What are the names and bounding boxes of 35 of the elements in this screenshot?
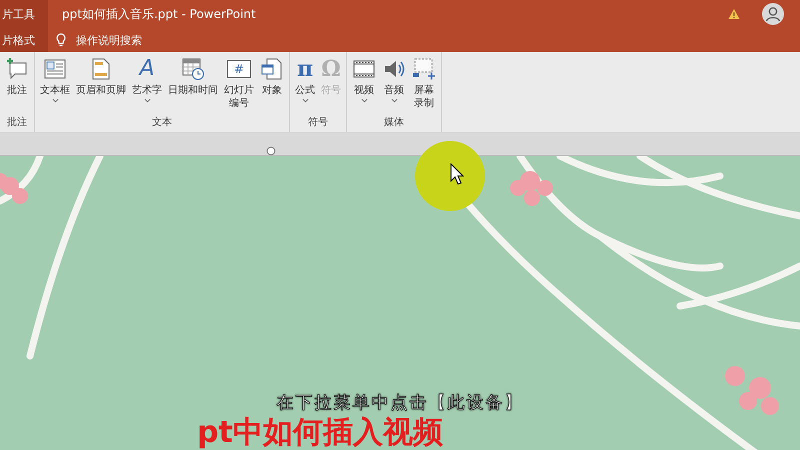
ribbon-button[interactable]: 对象 xyxy=(257,56,287,115)
warning-icon[interactable] xyxy=(728,8,740,20)
slide-number-glyph: # xyxy=(226,60,252,78)
ribbon-button[interactable]: 批注 xyxy=(2,56,32,115)
ribbon-button[interactable]: π 公式 xyxy=(292,56,318,115)
group-label: 符号 xyxy=(308,116,328,130)
object-icon xyxy=(260,57,284,81)
ribbon-button[interactable]: 屏幕 录制 xyxy=(409,56,439,115)
omega-glyph: Ω xyxy=(321,57,341,81)
lightbulb-icon xyxy=(56,33,66,47)
ribbon-button[interactable]: 文本框 xyxy=(37,56,73,115)
pi-glyph: π xyxy=(296,57,314,81)
ribbon-button[interactable]: # 幻灯片 编号 xyxy=(221,56,257,115)
slide-title: pt中如何插入视频 xyxy=(197,416,443,450)
resize-handle-icon[interactable] xyxy=(266,146,276,156)
group-label: 文本 xyxy=(152,116,172,130)
group-label: 媒体 xyxy=(384,116,404,130)
textbox-icon xyxy=(43,57,67,81)
wordart-glyph: A xyxy=(139,57,155,81)
calendar-clock-icon xyxy=(181,57,205,81)
comment-icon xyxy=(5,57,29,81)
screen-recording-icon xyxy=(412,57,436,81)
user-avatar-icon[interactable] xyxy=(762,3,784,25)
ribbon-button[interactable]: 音频 xyxy=(379,56,409,115)
ribbon-button[interactable]: 页眉和页脚 xyxy=(73,56,129,115)
ribbon-button[interactable]: 视频 xyxy=(349,56,379,115)
picture-format-tab[interactable]: 片格式 xyxy=(0,28,48,52)
group-label: 批注 xyxy=(7,116,27,130)
context-tab-label[interactable]: 片工具 xyxy=(0,0,48,28)
subtitle-caption: 在下拉菜单中点击【此设备】 xyxy=(276,392,524,415)
tell-me-search[interactable]: 操作说明搜索 xyxy=(56,28,142,52)
ribbon-button[interactable]: A 艺术字 xyxy=(129,56,165,115)
mouse-cursor-icon xyxy=(450,163,464,185)
window-title: ppt如何插入音乐.ppt - PowerPoint xyxy=(62,6,256,22)
ribbon-button[interactable]: 日期和时间 xyxy=(165,56,221,115)
